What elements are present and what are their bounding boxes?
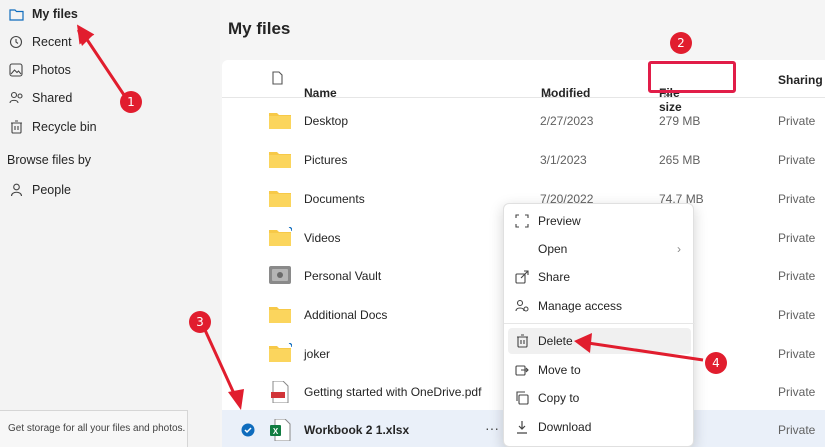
annotation-arrow-1	[77, 24, 126, 96]
annotation-arrow-4	[587, 341, 704, 362]
annotation-badge-3: 3	[189, 311, 211, 333]
annotation-arrow-3	[203, 329, 238, 399]
annotation-badge-4: 4	[705, 352, 727, 374]
annotation-arrows	[77, 24, 704, 410]
annotation-badge-2: 2	[670, 32, 692, 54]
annotation-badge-1: 1	[120, 91, 142, 113]
